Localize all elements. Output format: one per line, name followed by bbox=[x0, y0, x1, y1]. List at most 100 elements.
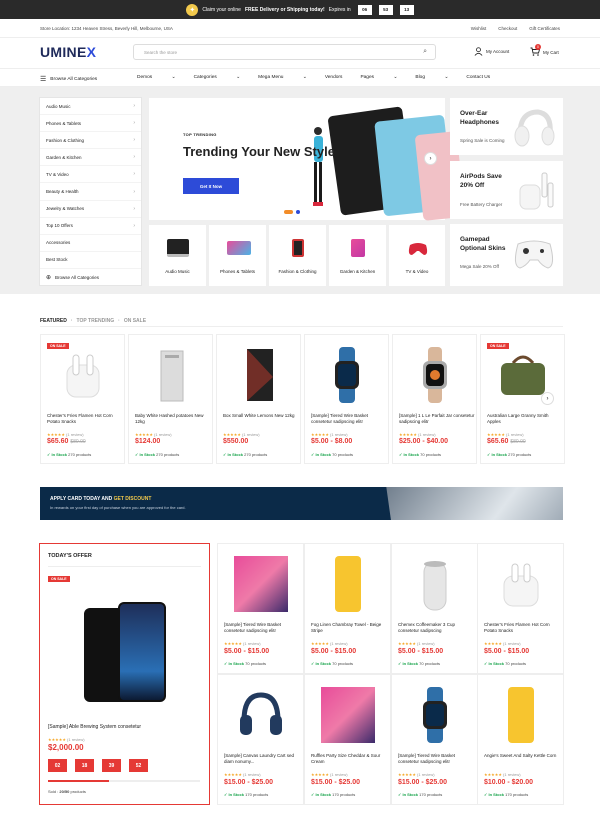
tab-top-trending[interactable]: TOP TRENDING bbox=[77, 318, 115, 324]
account-label: My Account bbox=[486, 49, 510, 54]
sidebar-item-audio[interactable]: Audio Music › bbox=[40, 98, 141, 116]
product-name[interactable]: [Sample] Tiered Wire Basket consetetur s… bbox=[224, 622, 300, 635]
product-card[interactable]: Angie's Sweet And Salty Kettle Corn ★★★★… bbox=[477, 674, 564, 805]
product-name[interactable]: Chemex Coffeemaker 3 Cup consetetur sadi… bbox=[398, 622, 474, 635]
account-link[interactable]: My Account bbox=[474, 47, 509, 56]
logo[interactable]: UMINEX bbox=[40, 44, 96, 60]
sidebar-item-beauty[interactable]: Beauty & Health › bbox=[40, 183, 141, 201]
product-card[interactable]: [Sample] Tiered Wire Basket consetetur s… bbox=[391, 674, 478, 805]
product-card[interactable]: Chemex Coffeemaker 3 Cup consetetur sadi… bbox=[391, 543, 478, 674]
sidebar-browse-all[interactable]: ⊕ Browse All Categories bbox=[40, 269, 141, 286]
product-card[interactable]: ON SALE Australian Large Granny Smith Ap… bbox=[480, 334, 565, 464]
logo-accent: X bbox=[86, 44, 97, 60]
product-name[interactable]: Baby White Hashed potatoes New 12kg bbox=[135, 413, 211, 426]
product-card[interactable]: Chester's Fries Flamen Hot Corn Potato S… bbox=[477, 543, 564, 674]
get-it-now-button[interactable]: Get It Now bbox=[183, 178, 239, 194]
cart-label: My Cart bbox=[543, 49, 559, 55]
nav-categories[interactable]: Categories ⌄ bbox=[194, 75, 241, 80]
product-name[interactable]: Chester's Fries Flamen Hot Corn Potato S… bbox=[47, 413, 123, 426]
sidebar-item-accessories[interactable]: Accessories bbox=[40, 235, 141, 252]
product-card[interactable]: [Sample] Tiered Wire Basket consetetur s… bbox=[217, 543, 304, 674]
slider-dots[interactable] bbox=[284, 210, 304, 214]
category-fashion[interactable]: Fashion & Clothing bbox=[269, 225, 326, 286]
tabs-divider bbox=[40, 326, 563, 327]
chevron-right-icon: › bbox=[133, 188, 135, 195]
tab-featured[interactable]: FEATURED bbox=[40, 318, 67, 324]
product-name[interactable]: [Sample] Canvas Laundry Cart sed diam no… bbox=[224, 753, 300, 766]
category-sidebar: Audio Music › Phones & Tablets › Fashion &… bbox=[39, 97, 142, 286]
chevron-right-icon: › bbox=[133, 103, 135, 110]
product-card[interactable]: [Sample] Canvas Laundry Cart sed diam no… bbox=[217, 674, 304, 805]
chevron-right-icon: › bbox=[546, 395, 549, 402]
sidebar-item-jewelry[interactable]: Jewelry & Watches › bbox=[40, 201, 141, 218]
tower-pc-image bbox=[247, 349, 273, 401]
product-card[interactable]: Ruffles Party Size Cheddar & Sour Cream … bbox=[304, 674, 391, 805]
product-name[interactable]: Fog Linen Chambray Towel - Beige Stripe bbox=[311, 622, 387, 635]
product-name[interactable]: [Sample] Tiered Wire Basket consetetur s… bbox=[398, 753, 474, 766]
product-card[interactable]: Fog Linen Chambray Towel - Beige Stripe … bbox=[304, 543, 391, 674]
category-label: Fashion & Clothing bbox=[278, 269, 317, 274]
tab-on-sale[interactable]: ON SALE bbox=[124, 318, 146, 324]
product-name[interactable]: [Sample] 1 L Le Parfait Jar consetetur s… bbox=[399, 413, 475, 426]
cart-link[interactable]: 0 My Cart bbox=[530, 44, 559, 57]
carousel-next-button[interactable]: › bbox=[541, 392, 554, 405]
category-audio[interactable]: Audio Music bbox=[149, 225, 206, 286]
store-location: Store Location: 1234 Heaven Stress, Beve… bbox=[40, 26, 173, 31]
sold-count: Sold : 20/50 products bbox=[48, 789, 86, 794]
nav-demos[interactable]: Demos ⌄ bbox=[137, 75, 176, 80]
search-input[interactable]: Search the store ⌕ bbox=[133, 44, 436, 60]
rating-stars: ★★★★★ (1 review) bbox=[48, 737, 85, 742]
sidebar-item-phones[interactable]: Phones & Tablets › bbox=[40, 115, 141, 133]
product-price: $10.00 - $20.00 bbox=[484, 779, 534, 786]
sidebar-item-best-stock[interactable]: Best Stock bbox=[40, 252, 141, 269]
product-card[interactable]: [Sample] 1 L Le Parfait Jar consetetur s… bbox=[392, 334, 477, 464]
sidebar-item-garden[interactable]: Garden & Kitchen › bbox=[40, 149, 141, 167]
product-name[interactable]: [Sample] Tiered Wire Basket consetetur s… bbox=[311, 413, 387, 426]
product-name[interactable]: Chester's Fries Flamen Hot Corn Potato S… bbox=[484, 622, 560, 635]
promo-airpods[interactable]: AirPods Save 20% Off Free Battery Charge… bbox=[450, 161, 563, 219]
category-garden[interactable]: Garden & Kitchen bbox=[329, 225, 386, 286]
stock-status: ✓ In Stock 70 products bbox=[484, 661, 527, 666]
wishlist-link[interactable]: Wishlist bbox=[471, 26, 487, 31]
nav-mega-menu[interactable]: Mega Menu ⌄ bbox=[258, 75, 307, 80]
gift-icon: ✦ bbox=[186, 3, 199, 16]
nav-blog[interactable]: Blog ⌄ bbox=[415, 75, 448, 80]
product-card[interactable]: [Sample] Tiered Wire Basket consetetur s… bbox=[304, 334, 389, 464]
promo-gamepad[interactable]: Gamepad Optional Skins Mega Sale 20% Off bbox=[450, 224, 563, 286]
search-icon[interactable]: ⌕ bbox=[423, 48, 427, 56]
product-card[interactable]: Baby White Hashed potatoes New 12kg ★★★★… bbox=[128, 334, 213, 464]
plus-circle-icon: ⊕ bbox=[46, 274, 52, 281]
phone-image bbox=[118, 602, 166, 702]
promo-headphones[interactable]: Over-Ear Headphones Spring Sale is Comin… bbox=[450, 98, 563, 155]
nav-vendors[interactable]: Vendors bbox=[325, 75, 343, 80]
rating-stars: ★★★★★ (1 review) bbox=[484, 772, 521, 777]
watch-image bbox=[423, 347, 447, 403]
sidebar-item-tv[interactable]: TV & Video › bbox=[40, 166, 141, 184]
todays-offer: TODAY'S OFFER ON SALE [Sample] Able Brew… bbox=[39, 543, 210, 805]
stock-status: ✓ In Stock 270 products bbox=[135, 452, 180, 457]
checkout-link[interactable]: Checkout bbox=[498, 26, 517, 31]
card-promo-banner[interactable]: APPLY CARD TODAY AND GET DISCOUNT In rew… bbox=[40, 487, 563, 520]
category-phones[interactable]: Phones & Tablets bbox=[209, 225, 266, 286]
countdown-seconds: 52 bbox=[129, 759, 148, 772]
sidebar-item-top-offers[interactable]: Top 10 Offers › bbox=[40, 218, 141, 235]
nav-pages[interactable]: Pages ⌄ bbox=[360, 75, 397, 80]
product-name[interactable]: Angie's Sweet And Salty Kettle Corn bbox=[484, 753, 560, 759]
nav-contact[interactable]: Contact Us bbox=[466, 75, 490, 80]
phone-image bbox=[335, 556, 361, 612]
promo-text-post: Expires in bbox=[328, 6, 351, 13]
category-tv[interactable]: TV & Video bbox=[389, 225, 445, 286]
product-name[interactable]: Box Small White Lemons New 12kg bbox=[223, 413, 299, 419]
browse-categories-button[interactable]: ☰ Browse All Categories bbox=[40, 75, 97, 83]
product-price: $15.00 - $25.00 bbox=[398, 779, 448, 786]
product-card[interactable]: ON SALE Chester's Fries Flamen Hot Corn … bbox=[40, 334, 125, 464]
offer-product-name[interactable]: [Sample] Able Brewing System consetetur bbox=[48, 724, 198, 731]
search-placeholder: Search the store bbox=[144, 50, 178, 55]
product-name[interactable]: Ruffles Party Size Cheddar & Sour Cream bbox=[311, 753, 387, 766]
product-card[interactable]: Box Small White Lemons New 12kg ★★★★★ (1… bbox=[216, 334, 301, 464]
countdown-hours: 18 bbox=[75, 759, 94, 772]
gift-certificates-link[interactable]: Gift Certificates bbox=[529, 26, 560, 31]
slider-next-button[interactable]: › bbox=[424, 152, 437, 165]
sidebar-item-fashion[interactable]: Fashion & Clothing › bbox=[40, 132, 141, 150]
product-name[interactable]: Australian Large Granny Smith Apples bbox=[487, 413, 563, 426]
